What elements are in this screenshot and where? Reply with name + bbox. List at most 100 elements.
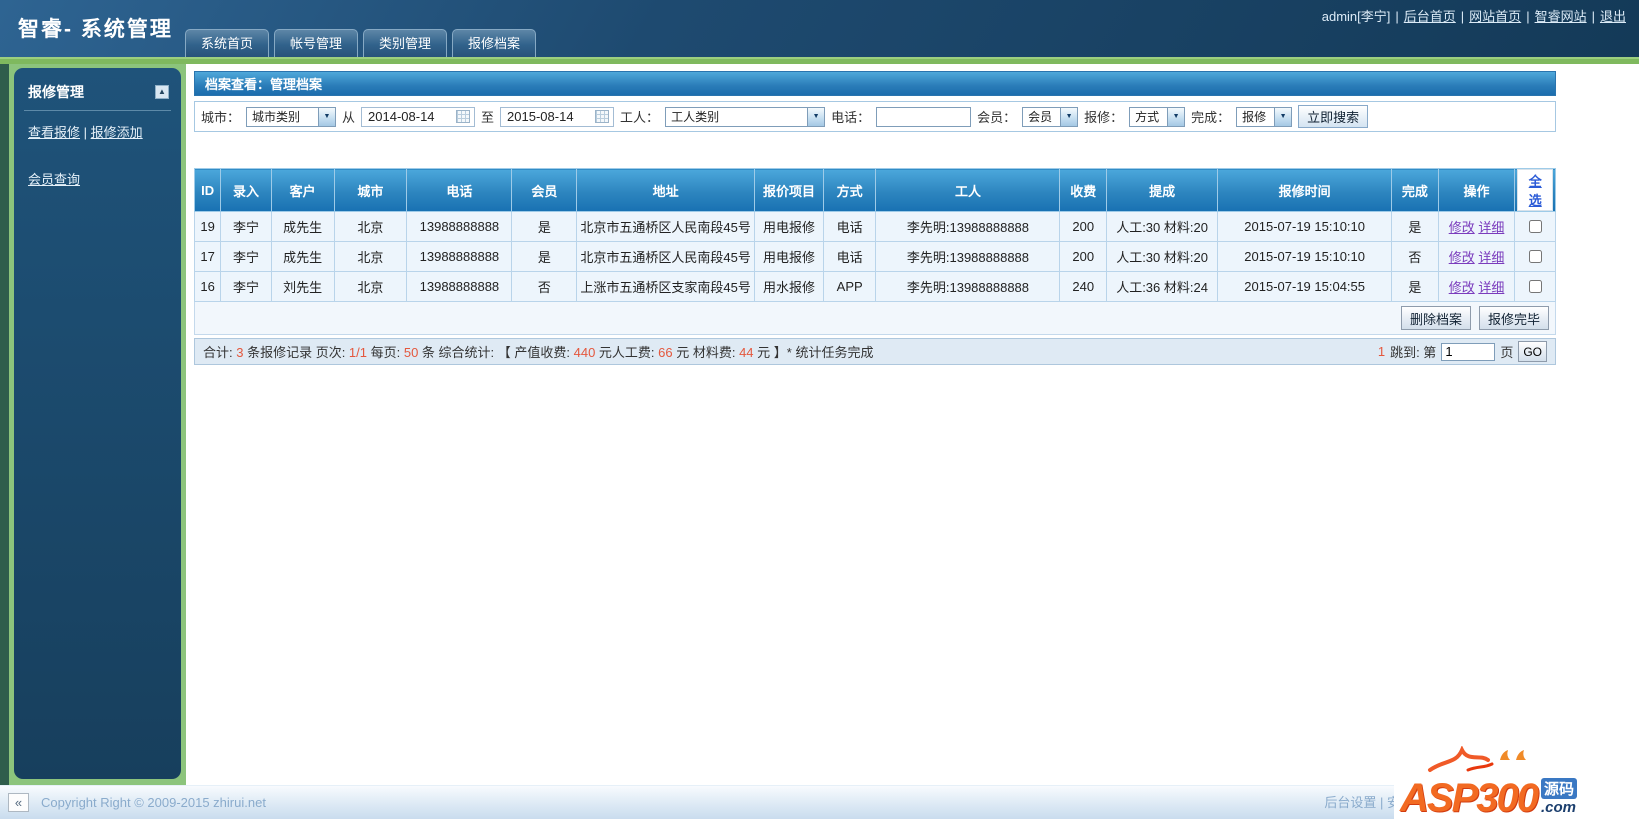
repair-complete-button[interactable]: 报修完毕 — [1478, 306, 1549, 330]
phone-label: 电话： — [831, 110, 871, 125]
cell-city: 北京 — [333, 271, 408, 302]
cell-checkbox — [1514, 211, 1556, 242]
separator: | — [1395, 9, 1399, 24]
cell-fee: 240 — [1059, 271, 1107, 302]
col-method: 方式 — [822, 168, 877, 212]
date-to-field[interactable] — [500, 106, 615, 127]
col-fee: 收费 — [1059, 168, 1107, 212]
link-zhirui-site[interactable]: 智睿网站 — [1535, 9, 1587, 24]
sidebar-panel: 报修管理 ▲ 查看报修 | 报修添加 会员查询 — [14, 68, 181, 779]
cell-address: 上涨市五通桥区支家南段45号 — [576, 271, 756, 302]
separator: | — [83, 125, 88, 140]
cell-quote-item: 用水报修 — [754, 271, 824, 302]
collapse-sidebar-icon[interactable]: « — [8, 793, 29, 812]
cell-entry: 李宁 — [220, 211, 272, 242]
col-address: 地址 — [576, 168, 756, 212]
sidebar-item-member-query[interactable]: 会员查询 — [28, 172, 80, 187]
chevron-down-icon: ▼ — [807, 107, 825, 126]
cell-quote-item: 用电报修 — [754, 241, 824, 272]
page-number-link[interactable]: 1 — [1378, 344, 1385, 359]
flame-icon — [1428, 746, 1526, 772]
delete-archive-button[interactable]: 删除档案 — [1400, 306, 1471, 330]
repair-label: 报修： — [1084, 110, 1124, 125]
collapse-panel-icon[interactable]: ▲ — [155, 85, 169, 99]
cell-repair-time: 2015-07-19 15:04:55 — [1217, 271, 1393, 302]
search-button[interactable]: 立即搜索 — [1298, 105, 1369, 128]
col-id: ID — [193, 168, 222, 212]
done-select[interactable]: 报修 ▼ — [1236, 106, 1293, 127]
separator: | — [1379, 795, 1384, 810]
cell-phone: 13988888888 — [406, 271, 513, 302]
worker-select[interactable]: 工人类别 ▼ — [665, 106, 826, 127]
col-repair-time: 报修时间 — [1217, 168, 1393, 212]
col-select-all: 全选 — [1514, 168, 1556, 212]
jump-label: 跳到: 第 — [1390, 345, 1437, 360]
chevron-down-icon: ▼ — [1060, 107, 1078, 126]
cell-actions: 修改 详细 — [1437, 211, 1516, 242]
tab-repair-archive[interactable]: 报修档案 — [452, 29, 537, 57]
cell-done: 是 — [1391, 211, 1439, 242]
select-all-link[interactable]: 全选 — [1517, 169, 1553, 211]
detail-link[interactable]: 详细 — [1478, 250, 1504, 265]
asp300-watermark[interactable]: ASP300 源码 .com — [1394, 746, 1639, 819]
cell-id: 17 — [193, 241, 222, 272]
row-checkbox[interactable] — [1529, 280, 1543, 293]
sidebar-column: 报修管理 ▲ 查看报修 | 报修添加 会员查询 — [0, 64, 186, 785]
row-checkbox[interactable] — [1529, 250, 1543, 263]
cell-method: 电话 — [822, 211, 877, 242]
go-button[interactable]: GO — [1518, 341, 1547, 362]
sidebar-item-view-repairs[interactable]: 查看报修 — [28, 125, 80, 140]
detail-link[interactable]: 详细 — [1478, 220, 1504, 235]
link-site-home[interactable]: 网站首页 — [1469, 9, 1521, 24]
city-label: 城市： — [201, 110, 241, 125]
cell-method: 电话 — [822, 241, 877, 272]
repair-method-select[interactable]: 方式 ▼ — [1129, 106, 1186, 127]
green-divider — [0, 57, 1639, 64]
date-to-input[interactable] — [505, 108, 586, 125]
date-from-field[interactable] — [361, 106, 476, 127]
tab-system-home[interactable]: 系统首页 — [185, 29, 270, 57]
detail-link[interactable]: 详细 — [1478, 280, 1504, 295]
member-select[interactable]: 会员 ▼ — [1022, 106, 1079, 127]
page-title: 档案查看：管理档案 — [194, 71, 1556, 96]
cell-worker: 李先明:13988888888 — [875, 211, 1061, 242]
tab-category-management[interactable]: 类别管理 — [363, 29, 448, 57]
cell-method: APP — [822, 271, 877, 302]
edit-link[interactable]: 修改 — [1449, 280, 1475, 295]
table-actions-strip: 删除档案 报修完毕 — [194, 302, 1556, 335]
filter-toolbar: 城市： 城市类别▼ 从 至 工人： 工人类别▼ 电话： 会员： 会员▼ 报修： … — [194, 101, 1556, 132]
from-label: 从 — [342, 110, 356, 125]
sidebar-item-add-repair[interactable]: 报修添加 — [91, 125, 143, 140]
link-logout[interactable]: 退出 — [1600, 9, 1626, 24]
chevron-down-icon: ▼ — [1167, 107, 1185, 126]
calendar-icon[interactable] — [595, 110, 610, 123]
city-select[interactable]: 城市类别 ▼ — [246, 106, 337, 127]
col-actions: 操作 — [1437, 168, 1516, 212]
jump-page-input[interactable] — [1441, 342, 1496, 361]
cell-id: 16 — [193, 271, 222, 302]
phone-input[interactable] — [876, 106, 972, 127]
date-from-input[interactable] — [366, 108, 447, 125]
cell-city: 北京 — [333, 211, 408, 242]
row-checkbox[interactable] — [1529, 220, 1543, 233]
link-admin-home[interactable]: 后台首页 — [1404, 9, 1456, 24]
link-admin-settings[interactable]: 后台设置 — [1324, 795, 1376, 810]
cell-address: 北京市五通桥区人民南段45号 — [576, 211, 756, 242]
edit-link[interactable]: 修改 — [1449, 250, 1475, 265]
app-logo: 智睿- 系统管理 — [18, 18, 173, 41]
separator: | — [1591, 9, 1595, 24]
table-row: 19 李宁 成先生 北京 13988888888 是 北京市五通桥区人民南段45… — [193, 211, 1556, 242]
cell-member: 是 — [511, 211, 578, 242]
cell-done: 是 — [1391, 271, 1439, 302]
col-worker: 工人 — [875, 168, 1061, 212]
edit-link[interactable]: 修改 — [1449, 220, 1475, 235]
tab-account-management[interactable]: 帐号管理 — [274, 29, 359, 57]
main-nav-tabs: 系统首页 帐号管理 类别管理 报修档案 — [185, 29, 537, 57]
repair-records-table: ID 录入 客户 城市 电话 会员 地址 报价项目 方式 工人 收费 提成 报修… — [193, 168, 1556, 302]
cell-entry: 李宁 — [220, 271, 272, 302]
chevron-down-icon: ▼ — [318, 107, 336, 126]
cell-phone: 13988888888 — [406, 241, 513, 272]
calendar-icon[interactable] — [456, 110, 471, 123]
col-city: 城市 — [333, 168, 408, 212]
table-row: 17 李宁 成先生 北京 13988888888 是 北京市五通桥区人民南段45… — [193, 241, 1556, 272]
